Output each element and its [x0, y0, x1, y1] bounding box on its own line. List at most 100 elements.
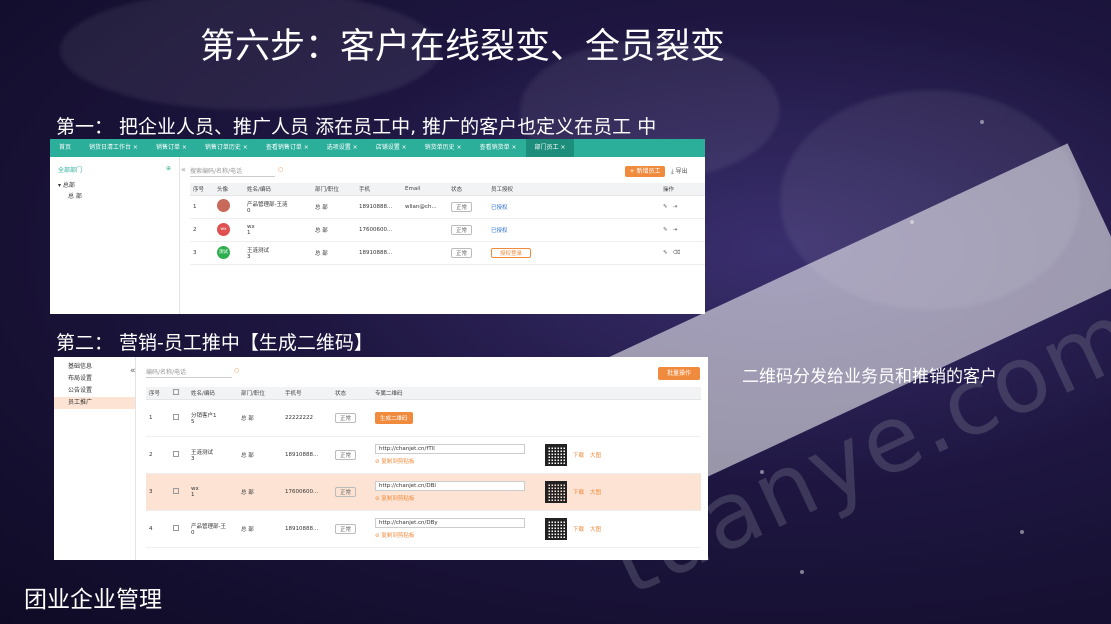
cell-email: [402, 241, 448, 265]
large-image-link[interactable]: 大图: [590, 488, 601, 496]
large-image-link[interactable]: 大图: [590, 451, 601, 459]
status-badge: 正常: [335, 523, 357, 534]
status-badge: 正常: [335, 486, 357, 497]
cell-name: 产品管理部-王: [191, 523, 226, 530]
status-badge: 正常: [335, 412, 357, 423]
search-icon[interactable]: ○: [278, 166, 283, 173]
tab-view-delivery[interactable]: 查看销货单 ×: [471, 139, 526, 157]
qrcode-url-field[interactable]: http://chanjet.cn/DBl: [375, 481, 525, 491]
cell-dept: 总 部: [238, 436, 282, 474]
tab-home[interactable]: 首页: [50, 139, 80, 157]
cell-no: 4: [146, 510, 170, 548]
edit-icon[interactable]: ✎: [663, 204, 668, 210]
qrcode-image: [545, 480, 567, 503]
large-image-link[interactable]: 大图: [590, 525, 601, 533]
employee-list-screenshot: 首页 销货日清工作台 × 销售订单 × 销售订单历史 × 查看销售订单 × 选项…: [50, 139, 705, 314]
row-checkbox[interactable]: [173, 450, 179, 457]
search-icon[interactable]: ○: [234, 367, 239, 374]
export-button[interactable]: ⤓ 导出: [671, 166, 688, 176]
add-employee-button[interactable]: + 新增员工: [625, 166, 665, 177]
settings-icon[interactable]: ⊕: [166, 165, 171, 174]
star-dot: [800, 570, 804, 574]
auth-link[interactable]: 已授权: [491, 205, 508, 211]
cell-no: 1: [190, 195, 214, 219]
row-checkbox[interactable]: [173, 524, 179, 531]
tab-view-sales-order[interactable]: 查看销售订单 ×: [257, 139, 318, 157]
copy-label: 复制到剪贴板: [381, 459, 415, 465]
settings-sidebar: 基础信息 布局设置 公告设置 员工推广: [54, 357, 136, 560]
cell-no: 3: [190, 241, 214, 265]
table-row[interactable]: 1 分销客户1 5 总 部 22222222 正常 生成二维码: [146, 399, 701, 437]
cell-dept: 总 部: [312, 218, 356, 242]
col-header: 状态: [448, 183, 488, 196]
cell-code: 3: [191, 455, 195, 462]
tab-workbench[interactable]: 销货日清工作台 ×: [80, 139, 147, 157]
all-depts-label[interactable]: 全部部门: [58, 165, 82, 174]
sidebar-item-layout[interactable]: 布局设置: [54, 373, 135, 385]
cell-name: 王涟测试: [247, 247, 270, 254]
qrcode-url-field[interactable]: http://chanjet.cn/fTll: [375, 444, 525, 454]
copy-label: 复制到剪贴板: [381, 533, 415, 539]
table-row[interactable]: 1 产品管理部-王涟 0 总 部 18910888... wlian@ch... …: [190, 195, 705, 219]
cell-name: 分销客户1: [191, 412, 217, 419]
collapse-icon[interactable]: «: [130, 366, 136, 376]
cell-phone: 17600600...: [356, 218, 402, 242]
copy-link[interactable]: ⊘ 复制到剪贴板: [375, 531, 525, 539]
generate-qrcode-button[interactable]: 生成二维码: [375, 411, 413, 424]
search-input[interactable]: 搜索编码/名称/电话: [190, 166, 275, 177]
row-checkbox[interactable]: [173, 487, 179, 494]
tab-store-settings[interactable]: 店铺设置 ×: [367, 139, 416, 157]
logout-icon[interactable]: ⇥: [673, 227, 678, 233]
cell-phone: 18910888...: [282, 510, 332, 548]
tab-dept-employees[interactable]: 部门员工 ×: [525, 139, 575, 157]
table-row[interactable]: 2 wx wx 1 总 部 17600600... 正常 已授权 ✎ ⇥: [190, 218, 705, 242]
tab-options[interactable]: 选项设置 ×: [318, 139, 367, 157]
grant-login-button[interactable]: 授权登录: [491, 247, 532, 258]
sidebar-item-notice[interactable]: 公告设置: [54, 385, 135, 397]
col-header: 序号: [146, 387, 170, 400]
copy-icon: ⊘: [375, 459, 380, 465]
edit-icon[interactable]: ✎: [663, 250, 668, 256]
cell-dept: 总 部: [312, 195, 356, 219]
tree-dept[interactable]: ▾ 总部: [58, 180, 171, 191]
copy-link[interactable]: ⊘ 复制到剪贴板: [375, 494, 525, 502]
col-header: 序号: [190, 183, 214, 196]
select-all-checkbox[interactable]: [173, 388, 179, 395]
download-link[interactable]: 下载: [573, 451, 584, 459]
export-icon: ⤓: [671, 168, 674, 175]
cell-no: 3: [146, 473, 170, 511]
auth-link[interactable]: 已授权: [491, 228, 508, 234]
qrcode-url-field[interactable]: http://chanjet.cn/DBy: [375, 518, 525, 528]
search-input[interactable]: 编码/名称/电话: [146, 367, 232, 378]
logout-icon[interactable]: ⇥: [673, 204, 678, 210]
cell-phone: 18910888...: [356, 241, 402, 265]
col-header: 头像: [214, 183, 244, 196]
slide-title: 第六步：客户在线裂变、全员裂变: [200, 27, 726, 67]
download-link[interactable]: 下载: [573, 525, 584, 533]
employee-main: « 搜索编码/名称/电话 ○ + 新增员工 ⤓ 导出 序号 头像 姓名/编码 部…: [181, 157, 705, 314]
cell-dept: 总 部: [238, 473, 282, 511]
dept-sidebar: 全部部门 ⊕ ▾ 总部 总 部: [50, 157, 180, 314]
tab-sales-order-history[interactable]: 销售订单历史 ×: [196, 139, 257, 157]
star-dot: [1020, 530, 1024, 534]
copy-link[interactable]: ⊘ 复制到剪贴板: [375, 457, 525, 465]
table-row[interactable]: 2 王涟测试 3 总 部 18910888... 正常 http://chanje…: [146, 436, 701, 474]
tab-delivery-history[interactable]: 销货单历史 ×: [416, 139, 471, 157]
employee-table: 序号 头像 姓名/编码 部门/职位 手机 Email 状态 员工授权 操作 1 …: [190, 183, 705, 265]
row-checkbox[interactable]: [173, 413, 179, 420]
sidebar-item-basic[interactable]: 基础信息: [54, 361, 135, 373]
tree-sub[interactable]: 总 部: [58, 191, 171, 202]
tab-sales-order[interactable]: 销售订单 ×: [147, 139, 196, 157]
cell-code: 0: [191, 529, 195, 536]
sidebar-item-promotion[interactable]: 员工推广: [54, 397, 135, 409]
table-row[interactable]: 3 测试 王涟测试 3 总 部 18910888... 正常 授权登录 ✎ ⌫: [190, 241, 705, 265]
collapse-icon[interactable]: «: [181, 165, 186, 174]
status-badge: 正常: [335, 449, 357, 460]
table-row-highlighted[interactable]: 3 wx 1 总 部 17600600... 正常 http://chanjet.…: [146, 473, 701, 511]
edit-icon[interactable]: ✎: [663, 227, 668, 233]
download-link[interactable]: 下载: [573, 488, 584, 496]
delete-icon[interactable]: ⌫: [673, 250, 681, 256]
col-header: 姓名/编码: [188, 387, 238, 400]
batch-operation-button[interactable]: 批量操作: [658, 367, 700, 380]
table-row[interactable]: 4 产品管理部-王 0 总 部 18910888... 正常 http://cha…: [146, 510, 701, 548]
